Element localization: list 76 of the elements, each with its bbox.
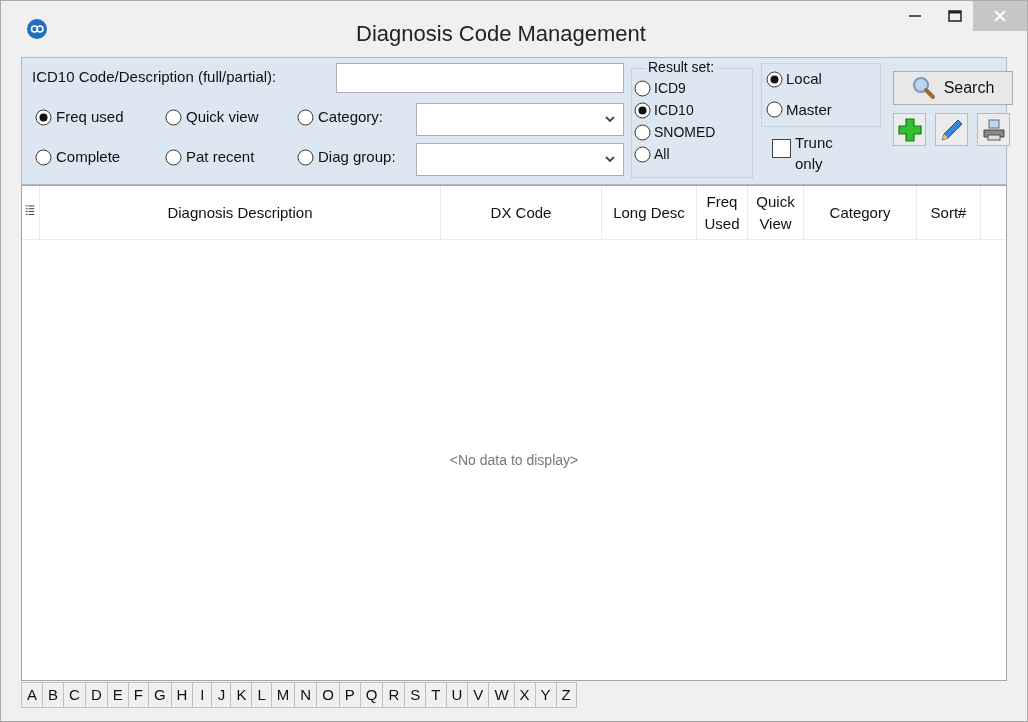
- print-button[interactable]: [977, 113, 1010, 146]
- radio-button[interactable]: [634, 79, 651, 97]
- radio-label: Quick view: [186, 107, 259, 127]
- pencil-icon: [939, 117, 964, 142]
- letter-button[interactable]: Q: [359, 682, 384, 708]
- edit-button[interactable]: [935, 113, 968, 146]
- letter-button[interactable]: Z: [555, 682, 577, 708]
- dropdown-field[interactable]: [416, 103, 624, 136]
- letter-button[interactable]: C: [63, 682, 86, 708]
- letter-button[interactable]: E: [106, 682, 129, 708]
- column-header[interactable]: Diagnosis Description: [40, 186, 441, 239]
- radio-button[interactable]: [35, 108, 52, 126]
- radio-label: Freq used: [56, 107, 124, 127]
- radio-label: SNOMED: [654, 122, 716, 142]
- letter-button[interactable]: V: [467, 682, 490, 708]
- radio-label: ICD10: [654, 100, 694, 120]
- letter-button[interactable]: P: [338, 682, 361, 708]
- radio-button[interactable]: [766, 70, 783, 88]
- letter-button[interactable]: A: [21, 682, 43, 708]
- column-header[interactable]: Sort#: [917, 186, 981, 239]
- printer-icon: [981, 117, 1006, 142]
- letter-button[interactable]: L: [251, 682, 272, 708]
- letter-button[interactable]: I: [192, 682, 213, 708]
- radio-button[interactable]: [35, 148, 52, 166]
- dropdown-field[interactable]: [416, 143, 624, 176]
- column-header[interactable]: Freq Used: [697, 186, 748, 239]
- magnifier-icon: [911, 76, 936, 100]
- empty-message: <No data to display>: [449, 450, 579, 470]
- radio-label: Local: [786, 69, 822, 89]
- radio-label: Master: [786, 99, 832, 120]
- column-header[interactable]: Long Desc: [602, 186, 697, 239]
- window-title: Diagnosis Code Management: [355, 20, 647, 48]
- radio-button[interactable]: [165, 108, 182, 126]
- letter-button[interactable]: Y: [534, 682, 557, 708]
- radio-label: Pat recent: [186, 147, 255, 167]
- letter-button[interactable]: N: [294, 682, 318, 708]
- close-icon: [994, 10, 1006, 22]
- chevron-down-icon: [605, 156, 615, 163]
- letter-button[interactable]: B: [42, 682, 65, 708]
- letter-button[interactable]: X: [513, 682, 536, 708]
- radio-label: Complete: [56, 147, 121, 167]
- radio-label: Diag group:: [318, 147, 396, 167]
- radio-button[interactable]: [165, 148, 182, 166]
- checkbox[interactable]: [772, 139, 791, 158]
- checkbox-label: Trunc only: [795, 133, 834, 174]
- chevron-down-icon: [605, 116, 615, 123]
- app-logo-icon: [26, 18, 48, 40]
- letter-button[interactable]: W: [488, 682, 515, 708]
- search-button[interactable]: Search: [893, 71, 1013, 105]
- plus-icon: [897, 117, 922, 142]
- letter-button[interactable]: J: [211, 682, 232, 708]
- radio-label: Category:: [318, 107, 384, 127]
- column-header[interactable]: DX Code: [441, 186, 602, 239]
- radio-label: All: [654, 144, 670, 164]
- radio-label: ICD9: [654, 78, 686, 98]
- letter-button[interactable]: T: [425, 682, 447, 708]
- radio-button[interactable]: [634, 101, 651, 119]
- code-field[interactable]: [336, 63, 624, 93]
- letter-button[interactable]: F: [127, 682, 149, 708]
- letter-button[interactable]: D: [84, 682, 108, 708]
- radio-button[interactable]: [634, 145, 651, 163]
- radio-button[interactable]: [634, 123, 651, 141]
- add-button[interactable]: [893, 113, 926, 146]
- letter-button[interactable]: S: [404, 682, 427, 708]
- maximize-icon: [948, 10, 962, 22]
- minimize-icon: [909, 15, 921, 17]
- letter-button[interactable]: O: [316, 682, 340, 708]
- field-label: ICD10 Code/Description (full/partial):: [32, 67, 277, 87]
- column-header[interactable]: Quick View: [748, 186, 804, 239]
- column-header[interactable]: Category: [804, 186, 917, 239]
- letter-button[interactable]: G: [147, 682, 172, 708]
- letter-button[interactable]: K: [230, 682, 253, 708]
- radio-button[interactable]: [297, 148, 314, 166]
- radio-button[interactable]: [297, 108, 314, 126]
- radio-button[interactable]: [766, 101, 783, 119]
- letter-button[interactable]: R: [382, 682, 406, 708]
